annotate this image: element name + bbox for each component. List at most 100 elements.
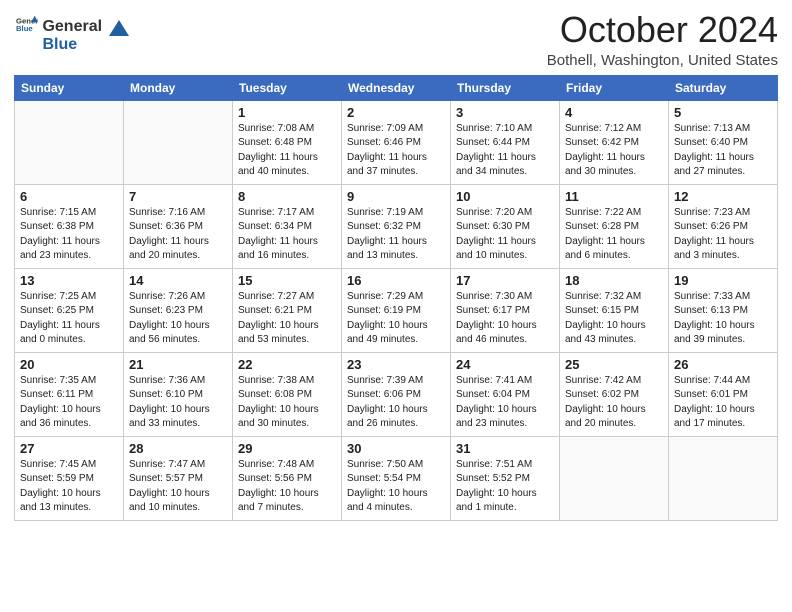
day-info: Sunrise: 7:10 AM Sunset: 6:44 PM Dayligh… [456,122,554,180]
calendar-cell: 3 Sunrise: 7:10 AM Sunset: 6:44 PM Daylig… [451,100,560,184]
day-number: 16 [347,273,445,288]
calendar-cell: 28Sunrise: 7:47 AM Sunset: 5:57 PM Dayli… [124,436,233,520]
day-number: 24 [456,357,554,372]
calendar-cell: 31 Sunrise: 7:51 AM Sunset: 5:52 PM Dayli… [451,436,560,520]
day-info: Sunrise: 7:22 AM Sunset: 6:28 PM Dayligh… [565,206,663,264]
calendar-cell [124,100,233,184]
calendar-cell: 5Sunrise: 7:13 AM Sunset: 6:40 PM Daylig… [669,100,778,184]
calendar-cell: 21 Sunrise: 7:36 AM Sunset: 6:10 PM Dayli… [124,352,233,436]
col-header-friday: Friday [560,75,669,100]
calendar-cell: 9 Sunrise: 7:19 AM Sunset: 6:32 PM Daylig… [342,184,451,268]
calendar-cell: 15 Sunrise: 7:27 AM Sunset: 6:21 PM Dayli… [233,268,342,352]
col-header-sunday: Sunday [15,75,124,100]
day-number: 1 [238,105,336,120]
calendar-cell: 1 Sunrise: 7:08 AM Sunset: 6:48 PM Daylig… [233,100,342,184]
day-info: Sunrise: 7:13 AM Sunset: 6:40 PM Dayligh… [674,122,772,180]
day-number: 10 [456,189,554,204]
calendar-cell: 7 Sunrise: 7:16 AM Sunset: 6:36 PM Daylig… [124,184,233,268]
day-number: 21 [129,357,227,372]
calendar-cell: 4 Sunrise: 7:12 AM Sunset: 6:42 PM Daylig… [560,100,669,184]
title-area: October 2024 Bothell, Washington, United… [547,10,778,69]
calendar-cell: 25 Sunrise: 7:42 AM Sunset: 6:02 PM Dayli… [560,352,669,436]
day-info: Sunrise: 7:42 AM Sunset: 6:02 PM Dayligh… [565,374,663,432]
logo-area: General Blue General Blue [14,10,129,53]
header: General Blue General Blue October 2024 B… [14,10,778,69]
day-number: 29 [238,441,336,456]
day-info: Sunrise: 7:08 AM Sunset: 6:48 PM Dayligh… [238,122,336,180]
day-info: Sunrise: 7:35 AM Sunset: 6:11 PM Dayligh… [20,374,118,432]
day-number: 19 [674,273,772,288]
page: General Blue General Blue October 2024 B… [0,0,792,612]
day-info: Sunrise: 7:29 AM Sunset: 6:19 PM Dayligh… [347,290,445,348]
calendar-cell: 8 Sunrise: 7:17 AM Sunset: 6:34 PM Daylig… [233,184,342,268]
day-info: Sunrise: 7:12 AM Sunset: 6:42 PM Dayligh… [565,122,663,180]
calendar-cell: 13 Sunrise: 7:25 AM Sunset: 6:25 PM Dayli… [15,268,124,352]
day-number: 28 [129,441,227,456]
calendar-cell [560,436,669,520]
logo-general-text: General [42,18,102,36]
calendar-header-row: SundayMondayTuesdayWednesdayThursdayFrid… [15,75,778,100]
calendar-cell: 17Sunrise: 7:30 AM Sunset: 6:17 PM Dayli… [451,268,560,352]
calendar-cell: 24Sunrise: 7:41 AM Sunset: 6:04 PM Dayli… [451,352,560,436]
calendar-cell: 12Sunrise: 7:23 AM Sunset: 6:26 PM Dayli… [669,184,778,268]
calendar-cell: 6 Sunrise: 7:15 AM Sunset: 6:38 PM Daylig… [15,184,124,268]
day-number: 27 [20,441,118,456]
day-number: 4 [565,105,663,120]
col-header-saturday: Saturday [669,75,778,100]
day-number: 7 [129,189,227,204]
day-number: 8 [238,189,336,204]
day-info: Sunrise: 7:39 AM Sunset: 6:06 PM Dayligh… [347,374,445,432]
day-number: 3 [456,105,554,120]
day-info: Sunrise: 7:44 AM Sunset: 6:01 PM Dayligh… [674,374,772,432]
day-number: 11 [565,189,663,204]
day-info: Sunrise: 7:50 AM Sunset: 5:54 PM Dayligh… [347,458,445,516]
calendar-cell [15,100,124,184]
day-info: Sunrise: 7:45 AM Sunset: 5:59 PM Dayligh… [20,458,118,516]
calendar-cell: 30 Sunrise: 7:50 AM Sunset: 5:54 PM Dayli… [342,436,451,520]
day-number: 6 [20,189,118,204]
day-info: Sunrise: 7:27 AM Sunset: 6:21 PM Dayligh… [238,290,336,348]
month-title: October 2024 [547,10,778,50]
day-info: Sunrise: 7:17 AM Sunset: 6:34 PM Dayligh… [238,206,336,264]
calendar-cell: 20Sunrise: 7:35 AM Sunset: 6:11 PM Dayli… [15,352,124,436]
day-number: 26 [674,357,772,372]
day-info: Sunrise: 7:16 AM Sunset: 6:36 PM Dayligh… [129,206,227,264]
day-info: Sunrise: 7:51 AM Sunset: 5:52 PM Dayligh… [456,458,554,516]
day-number: 23 [347,357,445,372]
day-number: 18 [565,273,663,288]
col-header-thursday: Thursday [451,75,560,100]
calendar-cell: 19 Sunrise: 7:33 AM Sunset: 6:13 PM Dayli… [669,268,778,352]
day-number: 30 [347,441,445,456]
col-header-wednesday: Wednesday [342,75,451,100]
calendar-cell: 11 Sunrise: 7:22 AM Sunset: 6:28 PM Dayli… [560,184,669,268]
calendar-cell: 26 Sunrise: 7:44 AM Sunset: 6:01 PM Dayli… [669,352,778,436]
day-info: Sunrise: 7:15 AM Sunset: 6:38 PM Dayligh… [20,206,118,264]
day-info: Sunrise: 7:25 AM Sunset: 6:25 PM Dayligh… [20,290,118,348]
day-number: 25 [565,357,663,372]
calendar-cell: 23 Sunrise: 7:39 AM Sunset: 6:06 PM Dayli… [342,352,451,436]
day-number: 15 [238,273,336,288]
day-info: Sunrise: 7:38 AM Sunset: 6:08 PM Dayligh… [238,374,336,432]
logo: General Blue General Blue [14,14,129,53]
calendar-cell: 14Sunrise: 7:26 AM Sunset: 6:23 PM Dayli… [124,268,233,352]
calendar-week-row: 20Sunrise: 7:35 AM Sunset: 6:11 PM Dayli… [15,352,778,436]
calendar-cell: 27 Sunrise: 7:45 AM Sunset: 5:59 PM Dayli… [15,436,124,520]
day-number: 31 [456,441,554,456]
day-info: Sunrise: 7:19 AM Sunset: 6:32 PM Dayligh… [347,206,445,264]
day-info: Sunrise: 7:36 AM Sunset: 6:10 PM Dayligh… [129,374,227,432]
day-info: Sunrise: 7:23 AM Sunset: 6:26 PM Dayligh… [674,206,772,264]
day-number: 14 [129,273,227,288]
calendar-week-row: 6 Sunrise: 7:15 AM Sunset: 6:38 PM Daylig… [15,184,778,268]
calendar-week-row: 1 Sunrise: 7:08 AM Sunset: 6:48 PM Daylig… [15,100,778,184]
col-header-tuesday: Tuesday [233,75,342,100]
day-number: 13 [20,273,118,288]
day-number: 9 [347,189,445,204]
calendar-cell: 2Sunrise: 7:09 AM Sunset: 6:46 PM Daylig… [342,100,451,184]
calendar-cell: 29Sunrise: 7:48 AM Sunset: 5:56 PM Dayli… [233,436,342,520]
day-info: Sunrise: 7:30 AM Sunset: 6:17 PM Dayligh… [456,290,554,348]
calendar-week-row: 27 Sunrise: 7:45 AM Sunset: 5:59 PM Dayli… [15,436,778,520]
calendar-cell [669,436,778,520]
calendar-cell: 22Sunrise: 7:38 AM Sunset: 6:08 PM Dayli… [233,352,342,436]
day-info: Sunrise: 7:33 AM Sunset: 6:13 PM Dayligh… [674,290,772,348]
col-header-monday: Monday [124,75,233,100]
